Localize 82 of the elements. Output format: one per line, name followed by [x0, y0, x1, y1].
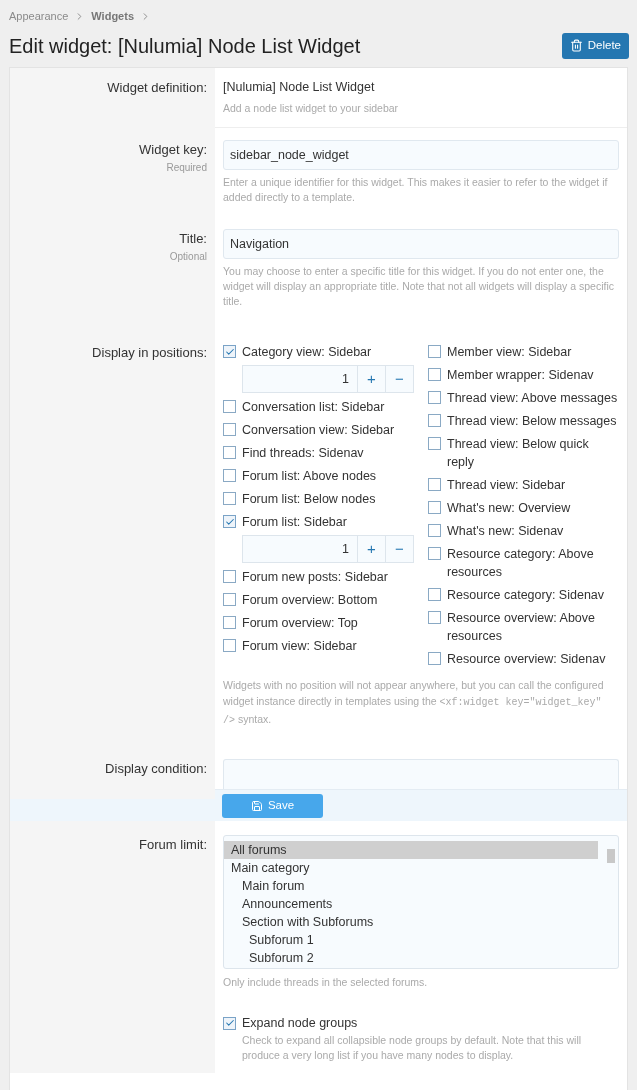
- checkbox-label[interactable]: Find threads: Sidenav: [242, 444, 364, 462]
- checkbox-label[interactable]: Thread view: Below messages: [447, 412, 617, 430]
- checkbox-label[interactable]: Resource overview: Sidenav: [447, 650, 606, 668]
- list-option[interactable]: Main forum: [224, 877, 598, 895]
- checkbox-label[interactable]: Thread view: Below quick reply: [447, 435, 619, 471]
- field-label: Display in positions:: [91, 344, 207, 362]
- trash-icon: [569, 39, 583, 52]
- checkbox[interactable]: [428, 588, 441, 601]
- forum-limit-hint: Only include threads in the selected forums.: [223, 975, 429, 990]
- title-hint: You may choose to enter a specific title for this widget. If you do not enter one, the widget will display an appropriate title. Note that not all widgets will display a specific title.: [223, 264, 616, 309]
- checkbox[interactable]: [428, 524, 441, 537]
- checkbox-label[interactable]: Forum overview: Top: [242, 614, 358, 632]
- list-option[interactable]: Section with Subforums: [224, 913, 598, 931]
- field-label: Display condition:: [104, 760, 207, 778]
- checkbox-label[interactable]: What's new: Overview: [447, 499, 571, 517]
- checkbox[interactable]: [223, 593, 236, 606]
- breadcrumb-link[interactable]: Widgets: [91, 8, 134, 25]
- checkbox-label[interactable]: Conversation view: Sidebar: [242, 421, 395, 439]
- checkbox[interactable]: [428, 501, 441, 514]
- checkbox-label[interactable]: Forum list: Sidebar: [242, 513, 347, 531]
- checkbox-label[interactable]: Resource category: Above resources: [447, 545, 619, 581]
- checkbox[interactable]: [223, 639, 236, 652]
- checkbox[interactable]: [223, 492, 236, 505]
- checkbox[interactable]: [223, 446, 236, 459]
- checkbox[interactable]: [428, 414, 441, 427]
- checkbox[interactable]: [428, 391, 441, 404]
- checkbox[interactable]: [428, 547, 441, 560]
- checkbox[interactable]: [223, 515, 236, 528]
- checkbox[interactable]: [223, 1016, 236, 1030]
- field-label: Title:: [178, 230, 207, 248]
- list-option[interactable]: Announcements: [224, 895, 598, 913]
- checkbox[interactable]: [428, 478, 441, 491]
- checkbox[interactable]: [223, 423, 236, 436]
- checkbox-label[interactable]: What's new: Sidenav: [447, 522, 564, 540]
- checkbox-label[interactable]: Member wrapper: Sidenav: [447, 366, 594, 384]
- delete-button[interactable]: Delete: [561, 32, 629, 59]
- checkbox[interactable]: [428, 611, 441, 624]
- field-label: Widget key:: [138, 141, 207, 159]
- checkbox-label[interactable]: Resource overview: Above resources: [447, 609, 619, 645]
- checkbox[interactable]: [223, 616, 236, 629]
- forum-listbox[interactable]: All forums Main category Main forum Announcements Section with Subforums Subforum 1 Subforum 2: [223, 835, 619, 969]
- save-icon: [250, 799, 263, 812]
- checkbox[interactable]: [223, 570, 236, 583]
- list-option[interactable]: Subforum 2: [224, 949, 598, 967]
- checkbox[interactable]: [223, 345, 236, 358]
- title-field[interactable]: Navigation: [223, 229, 619, 259]
- checkbox-label[interactable]: Conversation list: Sidebar: [242, 398, 385, 416]
- checkbox-label[interactable]: Category view: Sidebar: [242, 343, 372, 361]
- definition-value: [Nulumia] Node List Widget: [223, 78, 376, 96]
- checkbox[interactable]: [428, 652, 441, 665]
- list-option[interactable]: All forums: [224, 841, 598, 859]
- field-label: Widget definition:: [106, 78, 207, 97]
- checkbox-label[interactable]: Forum list: Above nodes: [242, 467, 377, 485]
- checkbox-label[interactable]: Forum view: Sidebar: [242, 637, 357, 655]
- checkbox-label[interactable]: Forum list: Below nodes: [242, 490, 376, 508]
- field-sublabel: Optional: [168, 249, 207, 264]
- checkbox[interactable]: [428, 437, 441, 450]
- checkbox-label[interactable]: Expand node groups: [242, 1014, 619, 1032]
- definition-hint: Add a node list widget to your sidebar: [223, 101, 400, 117]
- field-sublabel: Required: [165, 160, 207, 175]
- checkbox[interactable]: [223, 400, 236, 413]
- widget-key-hint: Enter a unique identifier for this widget. This makes it easier to refer to the widget if added directly to a template.: [223, 175, 609, 205]
- check-icon: [224, 346, 235, 357]
- checkbox[interactable]: [428, 368, 441, 381]
- page-title: Edit widget: [Nulumia] Node List Widget: [9, 33, 361, 59]
- display-condition-field[interactable]: [223, 759, 619, 789]
- list-option[interactable]: Main category: [224, 859, 598, 877]
- checkbox[interactable]: [428, 345, 441, 358]
- widget-key-field[interactable]: sidebar_node_widget: [223, 140, 619, 170]
- field-label: Forum limit:: [138, 836, 207, 854]
- checkbox-label[interactable]: Thread view: Above messages: [447, 389, 618, 407]
- checkbox-label[interactable]: Thread view: Sidebar: [447, 476, 566, 494]
- list-option[interactable]: Subforum 1: [224, 931, 598, 949]
- positions-hint: Widgets with no position will not appear anywhere, but you can call the configured widget instance directly in templates using the <xf:widget key="widget_key" /> syntax.: [223, 678, 605, 728]
- check-icon: [224, 516, 235, 527]
- checkbox-label[interactable]: Resource category: Sidenav: [447, 586, 605, 604]
- check-icon: [224, 1018, 235, 1029]
- checkbox-label[interactable]: Forum overview: Bottom: [242, 591, 378, 609]
- checkbox-label[interactable]: Member view: Sidebar: [447, 343, 572, 361]
- checkbox-label[interactable]: Forum new posts: Sidebar: [242, 568, 388, 586]
- expand-hint: Check to expand all collapsible node groups by default. Note that this will produce a very long list if you have many nodes to display.: [242, 1032, 583, 1063]
- checkbox[interactable]: [223, 469, 236, 482]
